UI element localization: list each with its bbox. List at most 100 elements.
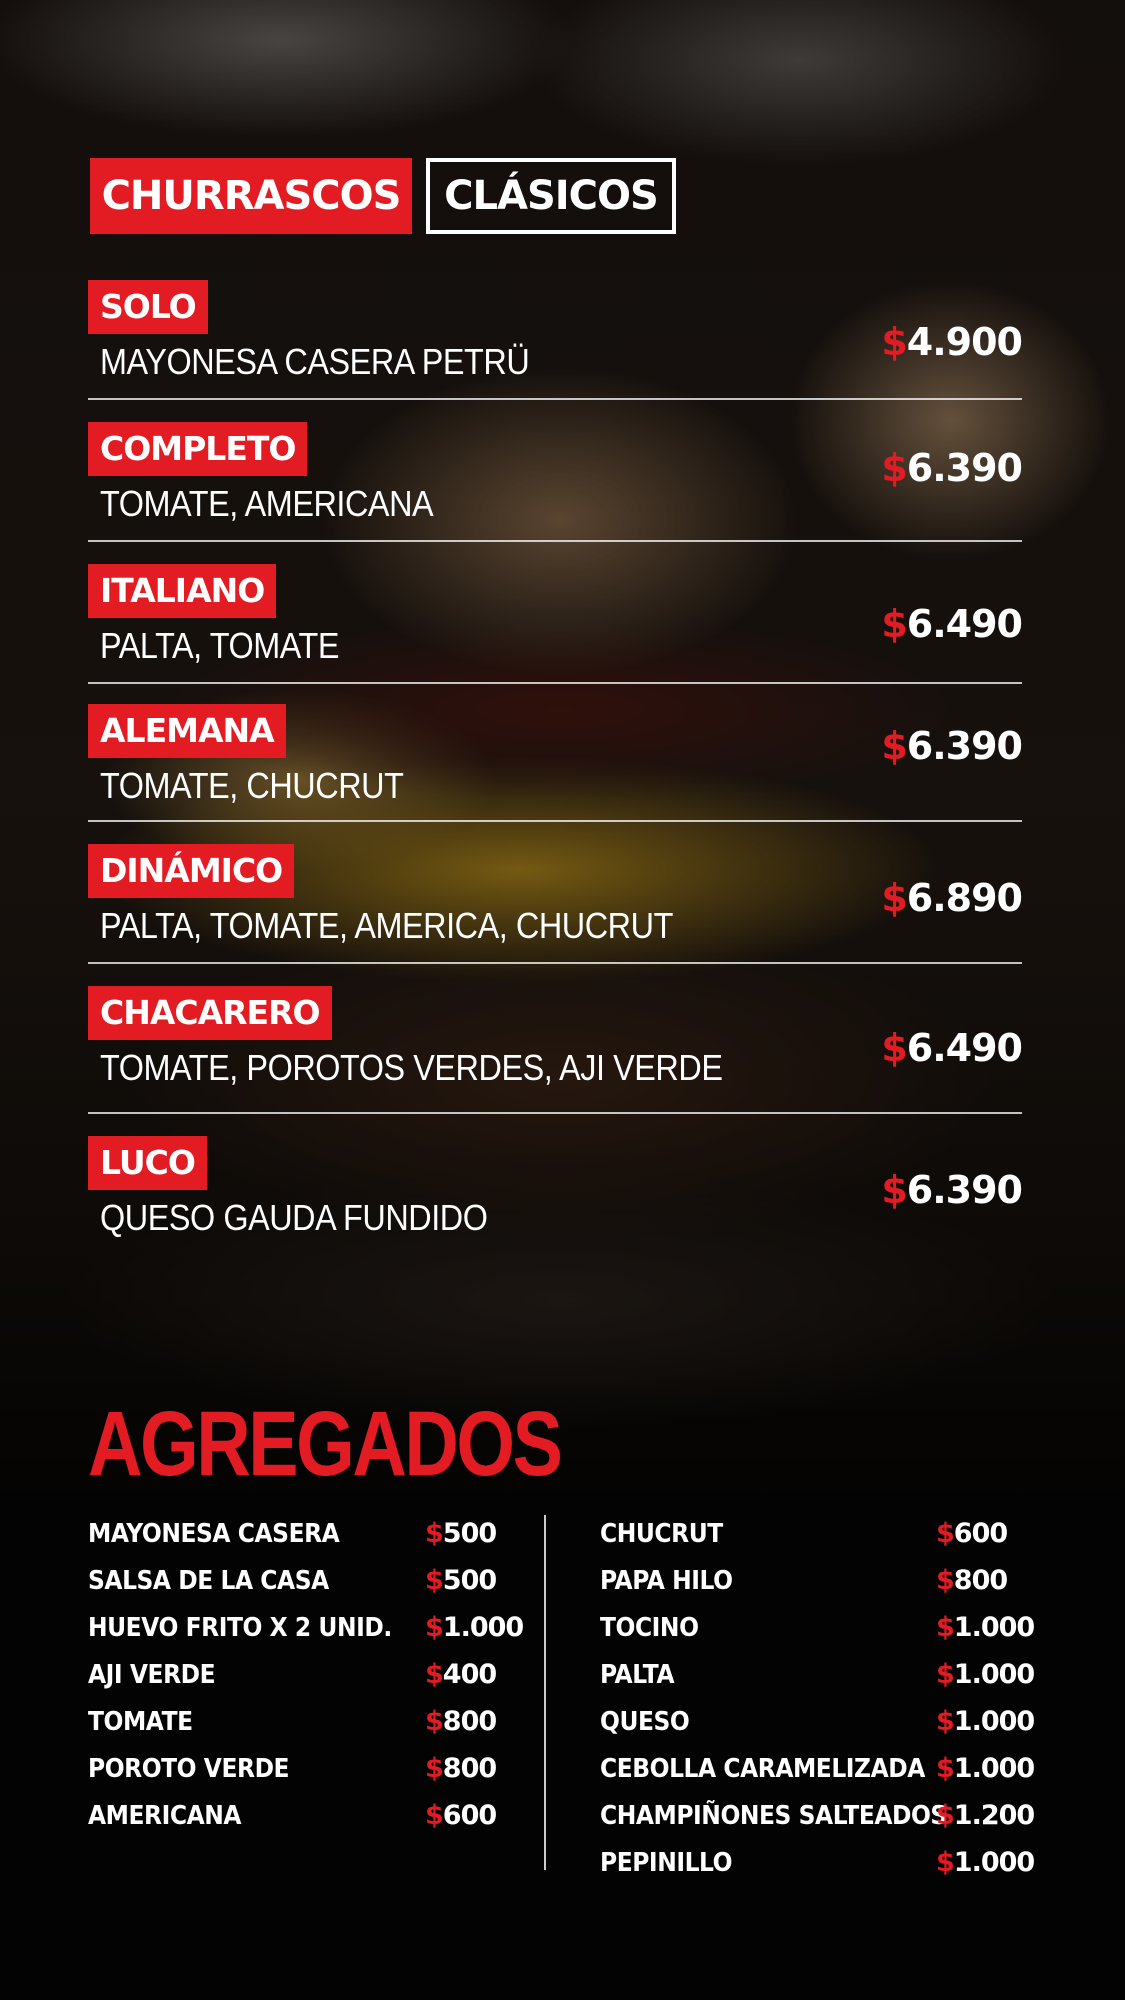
menu-item: DINÁMICO PALTA, TOMATE, AMERICA, CHUCRUT… (88, 822, 1023, 964)
currency-symbol: $ (425, 1518, 444, 1549)
menu-item-description: TOMATE, CHUCRUT (100, 765, 404, 806)
menu-item: ITALIANO PALTA, TOMATE $6.490 (88, 542, 1023, 684)
list-item: CHAMPIÑONES SALTEADOS $1.200 (600, 1792, 1035, 1839)
list-item: PALTA $1.000 (600, 1651, 1035, 1698)
list-item: POROTO VERDE $800 (88, 1745, 508, 1792)
menu-item-price-value: 6.390 (906, 1168, 1023, 1212)
extra-name: SALSA DE LA CASA (88, 1565, 329, 1596)
extra-name: CEBOLLA CARAMELIZADA (600, 1753, 925, 1784)
menu-item-price: $6.890 (881, 876, 1023, 920)
extra-price-value: 800 (442, 1753, 497, 1784)
extra-price-value: 600 (442, 1800, 497, 1831)
extra-price: $1.000 (936, 1659, 1035, 1690)
menu-item-price-value: 6.490 (906, 602, 1023, 646)
menu-item-name: DINÁMICO (88, 844, 295, 898)
tab-churrascos-label: CHURRASCOS (101, 173, 402, 219)
tab-clasicos[interactable]: CLÁSICOS (426, 158, 676, 234)
menu-item-price: $6.390 (881, 446, 1023, 490)
menu-item-price: $6.490 (881, 602, 1023, 646)
currency-symbol: $ (936, 1753, 955, 1784)
menu-item-name: SOLO (88, 280, 208, 334)
column-divider (544, 1515, 546, 1870)
extra-name: POROTO VERDE (88, 1753, 290, 1784)
extra-price-value: 400 (442, 1659, 497, 1690)
menu-item-description: PALTA, TOMATE, AMERICA, CHUCRUT (100, 905, 673, 946)
menu-item-price-value: 4.900 (906, 320, 1023, 364)
currency-symbol: $ (936, 1518, 955, 1549)
list-item: PEPINILLO $1.000 (600, 1839, 1035, 1886)
extra-name: PAPA HILO (600, 1565, 733, 1596)
menu-item-price-value: 6.490 (906, 1026, 1023, 1070)
extra-price: $500 (425, 1518, 497, 1549)
list-item: CHUCRUT $600 (600, 1510, 1020, 1557)
extra-price: $800 (936, 1565, 1008, 1596)
tab-clasicos-label: CLÁSICOS (444, 173, 659, 219)
extra-name: TOMATE (88, 1706, 193, 1737)
currency-symbol: $ (936, 1612, 955, 1643)
menu-item: CHACARERO TOMATE, POROTOS VERDES, AJI VE… (88, 964, 1023, 1114)
menu-item-price-value: 6.390 (906, 446, 1023, 490)
extra-price: $1.200 (936, 1800, 1035, 1831)
currency-symbol: $ (425, 1565, 444, 1596)
list-item: CEBOLLA CARAMELIZADA $1.000 (600, 1745, 1035, 1792)
menu-item: ALEMANA TOMATE, CHUCRUT $6.390 (88, 684, 1023, 822)
currency-symbol: $ (881, 320, 907, 364)
extra-name: AJI VERDE (88, 1659, 216, 1690)
extra-name: QUESO (600, 1706, 690, 1737)
agregados-right-column: CHUCRUT $600 PAPA HILO $800 TOCINO $1.000 P… (600, 1510, 1035, 1886)
menu-item-price: $6.490 (881, 1026, 1023, 1070)
extra-price-value: 1.200 (953, 1800, 1035, 1831)
currency-symbol: $ (936, 1565, 955, 1596)
extra-price-value: 1.000 (953, 1706, 1035, 1737)
extra-price-value: 600 (953, 1518, 1008, 1549)
extra-price: $500 (425, 1565, 497, 1596)
list-item: AJI VERDE $400 (88, 1651, 508, 1698)
extra-price: $800 (425, 1753, 497, 1784)
extra-name: HUEVO FRITO X 2 UNID. (88, 1612, 392, 1643)
menu-item: SOLO MAYONESA CASERA PETRÜ $4.900 (88, 280, 1023, 400)
currency-symbol: $ (881, 602, 907, 646)
agregados-heading: AGREGADOS (88, 1393, 563, 1495)
menu-item-name: LUCO (88, 1136, 207, 1190)
extra-name: CHAMPIÑONES SALTEADOS (600, 1800, 947, 1831)
currency-symbol: $ (881, 446, 907, 490)
extra-price: $1.000 (936, 1753, 1035, 1784)
menu-item-price-value: 6.390 (906, 724, 1023, 768)
extra-price: $800 (425, 1706, 497, 1737)
menu-item: COMPLETO TOMATE, AMERICANA $6.390 (88, 400, 1023, 542)
churrascos-list: SOLO MAYONESA CASERA PETRÜ $4.900 COMPLE… (88, 280, 1023, 1254)
menu-item-name: ITALIANO (88, 564, 277, 618)
category-tabs: CHURRASCOS CLÁSICOS (90, 158, 676, 234)
extra-price-value: 1.000 (442, 1612, 524, 1643)
tab-churrascos[interactable]: CHURRASCOS (90, 158, 412, 234)
extra-price-value: 500 (442, 1565, 497, 1596)
extra-name: AMERICANA (88, 1800, 242, 1831)
extra-price-value: 1.000 (953, 1753, 1035, 1784)
currency-symbol: $ (425, 1659, 444, 1690)
extra-name: TOCINO (600, 1612, 699, 1643)
menu-item-name: CHACARERO (88, 986, 332, 1040)
agregados-left-column: MAYONESA CASERA $500 SALSA DE LA CASA $500… (88, 1510, 524, 1839)
menu-item-price-value: 6.890 (906, 876, 1023, 920)
currency-symbol: $ (881, 1168, 907, 1212)
menu-item: LUCO QUESO GAUDA FUNDIDO $6.390 (88, 1114, 1023, 1254)
extra-name: MAYONESA CASERA (88, 1518, 340, 1549)
extra-price: $600 (936, 1518, 1008, 1549)
list-item: QUESO $1.000 (600, 1698, 1035, 1745)
menu-item-price: $4.900 (881, 320, 1023, 364)
menu-item-price: $6.390 (881, 724, 1023, 768)
extra-price-value: 1.000 (953, 1847, 1035, 1878)
menu-item-name: COMPLETO (88, 422, 308, 476)
extra-price-value: 800 (953, 1565, 1008, 1596)
menu-item-description: MAYONESA CASERA PETRÜ (100, 341, 530, 382)
extra-price: $1.000 (936, 1847, 1035, 1878)
currency-symbol: $ (425, 1753, 444, 1784)
list-item: TOMATE $800 (88, 1698, 508, 1745)
menu-page: CHURRASCOS CLÁSICOS SOLO MAYONESA CASERA… (0, 0, 1125, 2000)
currency-symbol: $ (936, 1659, 955, 1690)
currency-symbol: $ (936, 1847, 955, 1878)
extra-price: $1.000 (936, 1706, 1035, 1737)
extra-price-value: 500 (442, 1518, 497, 1549)
menu-item-description: QUESO GAUDA FUNDIDO (100, 1197, 488, 1238)
list-item: MAYONESA CASERA $500 (88, 1510, 508, 1557)
